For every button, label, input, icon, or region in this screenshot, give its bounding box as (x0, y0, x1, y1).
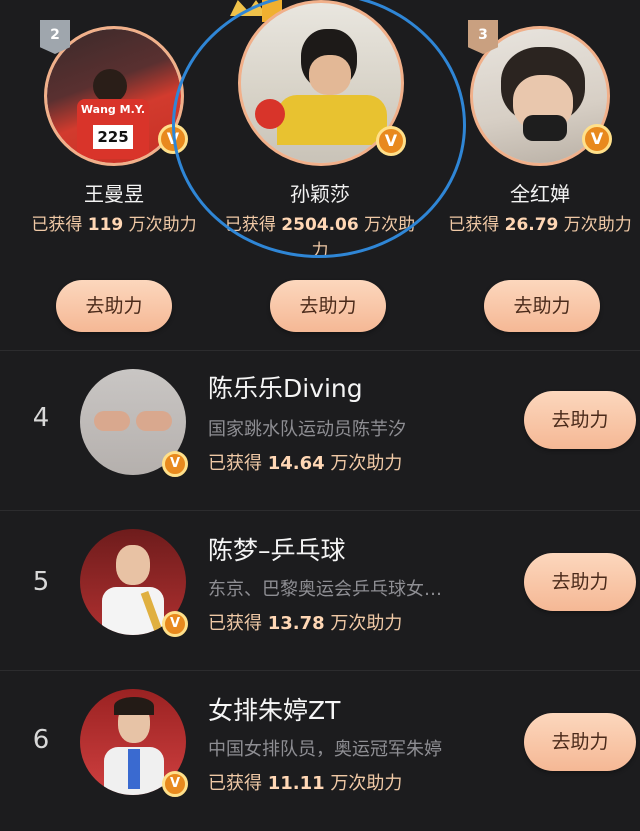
verified-badge-icon: V (376, 126, 406, 156)
stat-value: 13.78 (267, 613, 325, 634)
stat-prefix: 已获得 (208, 773, 262, 794)
stat-prefix: 已获得 (31, 215, 83, 235)
rank-tag-2: 2 (40, 20, 70, 54)
rank-number: 5 (32, 567, 50, 597)
stat-prefix: 已获得 (208, 453, 262, 474)
athlete-face-shape (116, 545, 150, 585)
jersey-name: Wang M.Y. (80, 103, 146, 116)
list-stat: 已获得 14.64 万次助力 (208, 449, 402, 475)
stat-suffix: 万次助力 (330, 773, 403, 794)
help-button[interactable]: 去助力 (524, 553, 636, 611)
stat-value: 14.64 (267, 453, 325, 474)
list-description: 中国女排队员，奥运冠军朱婷 (208, 739, 442, 760)
stat-value: 119 (87, 215, 124, 235)
list-name: 陈乐乐Diving (208, 374, 363, 403)
podium: Wang M.Y. 225 2 V 王曼昱 已获得 119 万次助力 去助力 V… (0, 0, 640, 350)
verified-badge-icon: V (158, 124, 188, 154)
stat-suffix: 万次助力 (128, 215, 197, 235)
microphone-icon (523, 115, 567, 141)
stat-prefix: 已获得 (208, 613, 262, 634)
help-button-rank-1[interactable]: 去助力 (270, 280, 386, 332)
rank-number: 4 (32, 403, 50, 433)
rank-number: 6 (32, 725, 50, 755)
verified-badge-icon: V (162, 771, 188, 797)
podium-name: 孙颖莎 (290, 182, 350, 206)
help-button[interactable]: 去助力 (524, 713, 636, 771)
list-stat: 已获得 11.11 万次助力 (208, 769, 402, 795)
verified-badge-icon: V (162, 451, 188, 477)
stat-value: 26.79 (504, 215, 559, 235)
podium-stat: 已获得 2504.06 万次助力 (220, 212, 420, 264)
list-description: 国家跳水队运动员陈芋汐 (208, 419, 406, 440)
help-button-rank-3[interactable]: 去助力 (484, 280, 600, 332)
podium-stat: 已获得 119 万次助力 (14, 212, 214, 238)
list-name: 陈梦–乒乓球 (208, 536, 346, 565)
list-item[interactable]: 6 V 女排朱婷ZT 中国女排队员，奥运冠军朱婷 已获得 11.11 万次助力 … (0, 670, 640, 831)
stat-value: 2504.06 (281, 215, 359, 235)
hand-left-shape (94, 411, 130, 431)
verified-badge-icon: V (162, 611, 188, 637)
stat-prefix: 已获得 (224, 215, 276, 235)
list-stat: 已获得 13.78 万次助力 (208, 609, 402, 635)
stat-suffix: 万次助力 (563, 215, 632, 235)
stat-value: 11.11 (267, 773, 325, 794)
podium-stat: 已获得 26.79 万次助力 (440, 212, 640, 238)
help-button[interactable]: 去助力 (524, 391, 636, 449)
list-name: 女排朱婷ZT (208, 696, 341, 725)
jersey-number: 225 (93, 125, 133, 149)
stat-suffix: 万次助力 (330, 613, 403, 634)
list-item[interactable]: 5 V 陈梦–乒乓球 东京、巴黎奥运会乒乓球女… 已获得 13.78 万次助力 … (0, 510, 640, 671)
list-item[interactable]: 4 V 陈乐乐Diving 国家跳水队运动员陈芋汐 已获得 14.64 万次助力… (0, 350, 640, 511)
paddle-icon (255, 99, 285, 129)
medal-ribbon-icon (128, 749, 140, 789)
stat-prefix: 已获得 (448, 215, 500, 235)
athlete-head-shape (93, 69, 127, 103)
yellow-jacket-shape (277, 95, 387, 145)
podium-name: 王曼昱 (84, 182, 144, 206)
hand-right-shape (136, 411, 172, 431)
list-description: 东京、巴黎奥运会乒乓球女… (208, 579, 442, 600)
stat-suffix: 万次助力 (330, 453, 403, 474)
rank-tag-3: 3 (468, 20, 498, 54)
verified-badge-icon: V (582, 124, 612, 154)
athlete-hair-shape (114, 697, 154, 715)
podium-name: 全红婵 (510, 182, 570, 206)
help-button-rank-2[interactable]: 去助力 (56, 280, 172, 332)
athlete-face-shape (309, 55, 351, 95)
